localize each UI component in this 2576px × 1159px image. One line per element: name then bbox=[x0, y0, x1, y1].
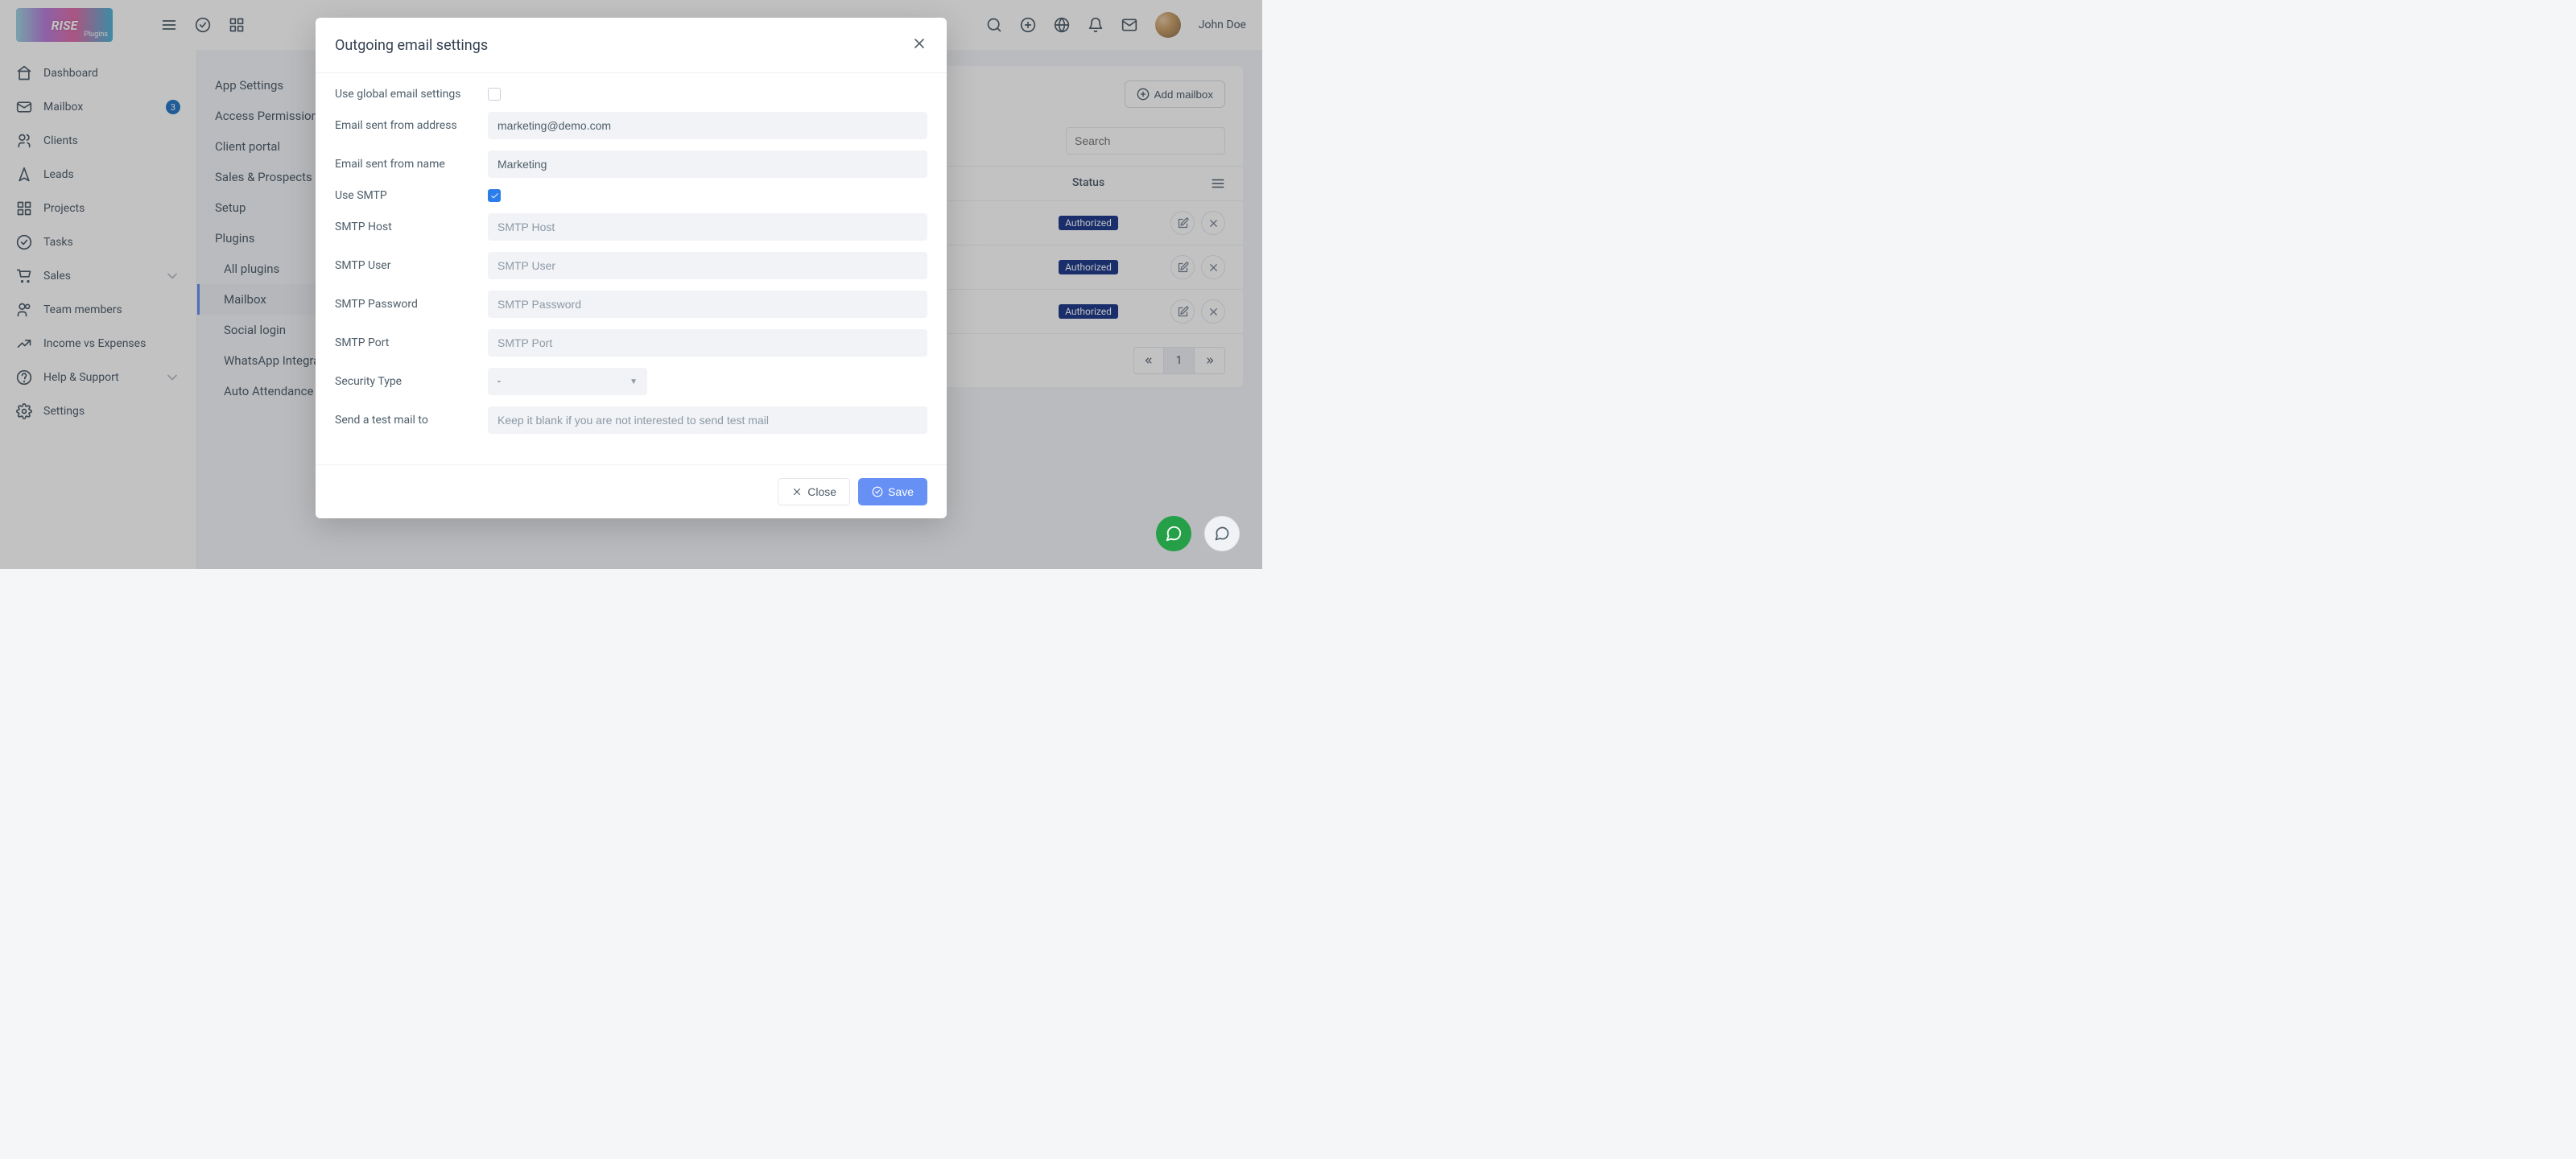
label-security-type: Security Type bbox=[335, 375, 488, 388]
save-label: Save bbox=[888, 485, 914, 498]
email-settings-modal: Outgoing email settings Use global email… bbox=[316, 18, 947, 518]
security-type-select[interactable]: - ▼ bbox=[488, 368, 647, 395]
save-button[interactable]: Save bbox=[858, 478, 927, 505]
security-type-value: - bbox=[497, 375, 501, 388]
label-from-name: Email sent from name bbox=[335, 158, 488, 171]
chevron-down-icon: ▼ bbox=[630, 377, 638, 386]
smtp-user-input[interactable] bbox=[488, 252, 927, 279]
label-smtp-host: SMTP Host bbox=[335, 221, 488, 233]
close-button[interactable]: Close bbox=[778, 478, 850, 505]
smtp-port-input[interactable] bbox=[488, 329, 927, 357]
label-smtp-port: SMTP Port bbox=[335, 336, 488, 349]
label-smtp-user: SMTP User bbox=[335, 259, 488, 272]
check-circle-icon bbox=[872, 486, 883, 497]
from-name-input[interactable] bbox=[488, 151, 927, 178]
label-use-smtp: Use SMTP bbox=[335, 189, 488, 202]
smtp-host-input[interactable] bbox=[488, 213, 927, 241]
modal-header: Outgoing email settings bbox=[316, 18, 947, 73]
chat-fab[interactable] bbox=[1204, 516, 1240, 551]
from-address-input[interactable] bbox=[488, 112, 927, 139]
use-smtp-checkbox[interactable] bbox=[488, 189, 501, 202]
x-icon bbox=[791, 486, 803, 497]
smtp-password-input[interactable] bbox=[488, 291, 927, 318]
whatsapp-fab[interactable] bbox=[1156, 516, 1191, 551]
label-use-global: Use global email settings bbox=[335, 88, 488, 101]
modal-footer: Close Save bbox=[316, 464, 947, 518]
label-from-address: Email sent from address bbox=[335, 119, 488, 132]
use-global-checkbox[interactable] bbox=[488, 88, 501, 101]
modal-title: Outgoing email settings bbox=[335, 37, 488, 54]
close-label: Close bbox=[807, 485, 836, 498]
label-test-mail: Send a test mail to bbox=[335, 414, 488, 427]
test-mail-input[interactable] bbox=[488, 406, 927, 434]
label-smtp-password: SMTP Password bbox=[335, 298, 488, 311]
close-icon[interactable] bbox=[911, 35, 927, 55]
modal-body: Use global email settings Email sent fro… bbox=[316, 73, 947, 464]
